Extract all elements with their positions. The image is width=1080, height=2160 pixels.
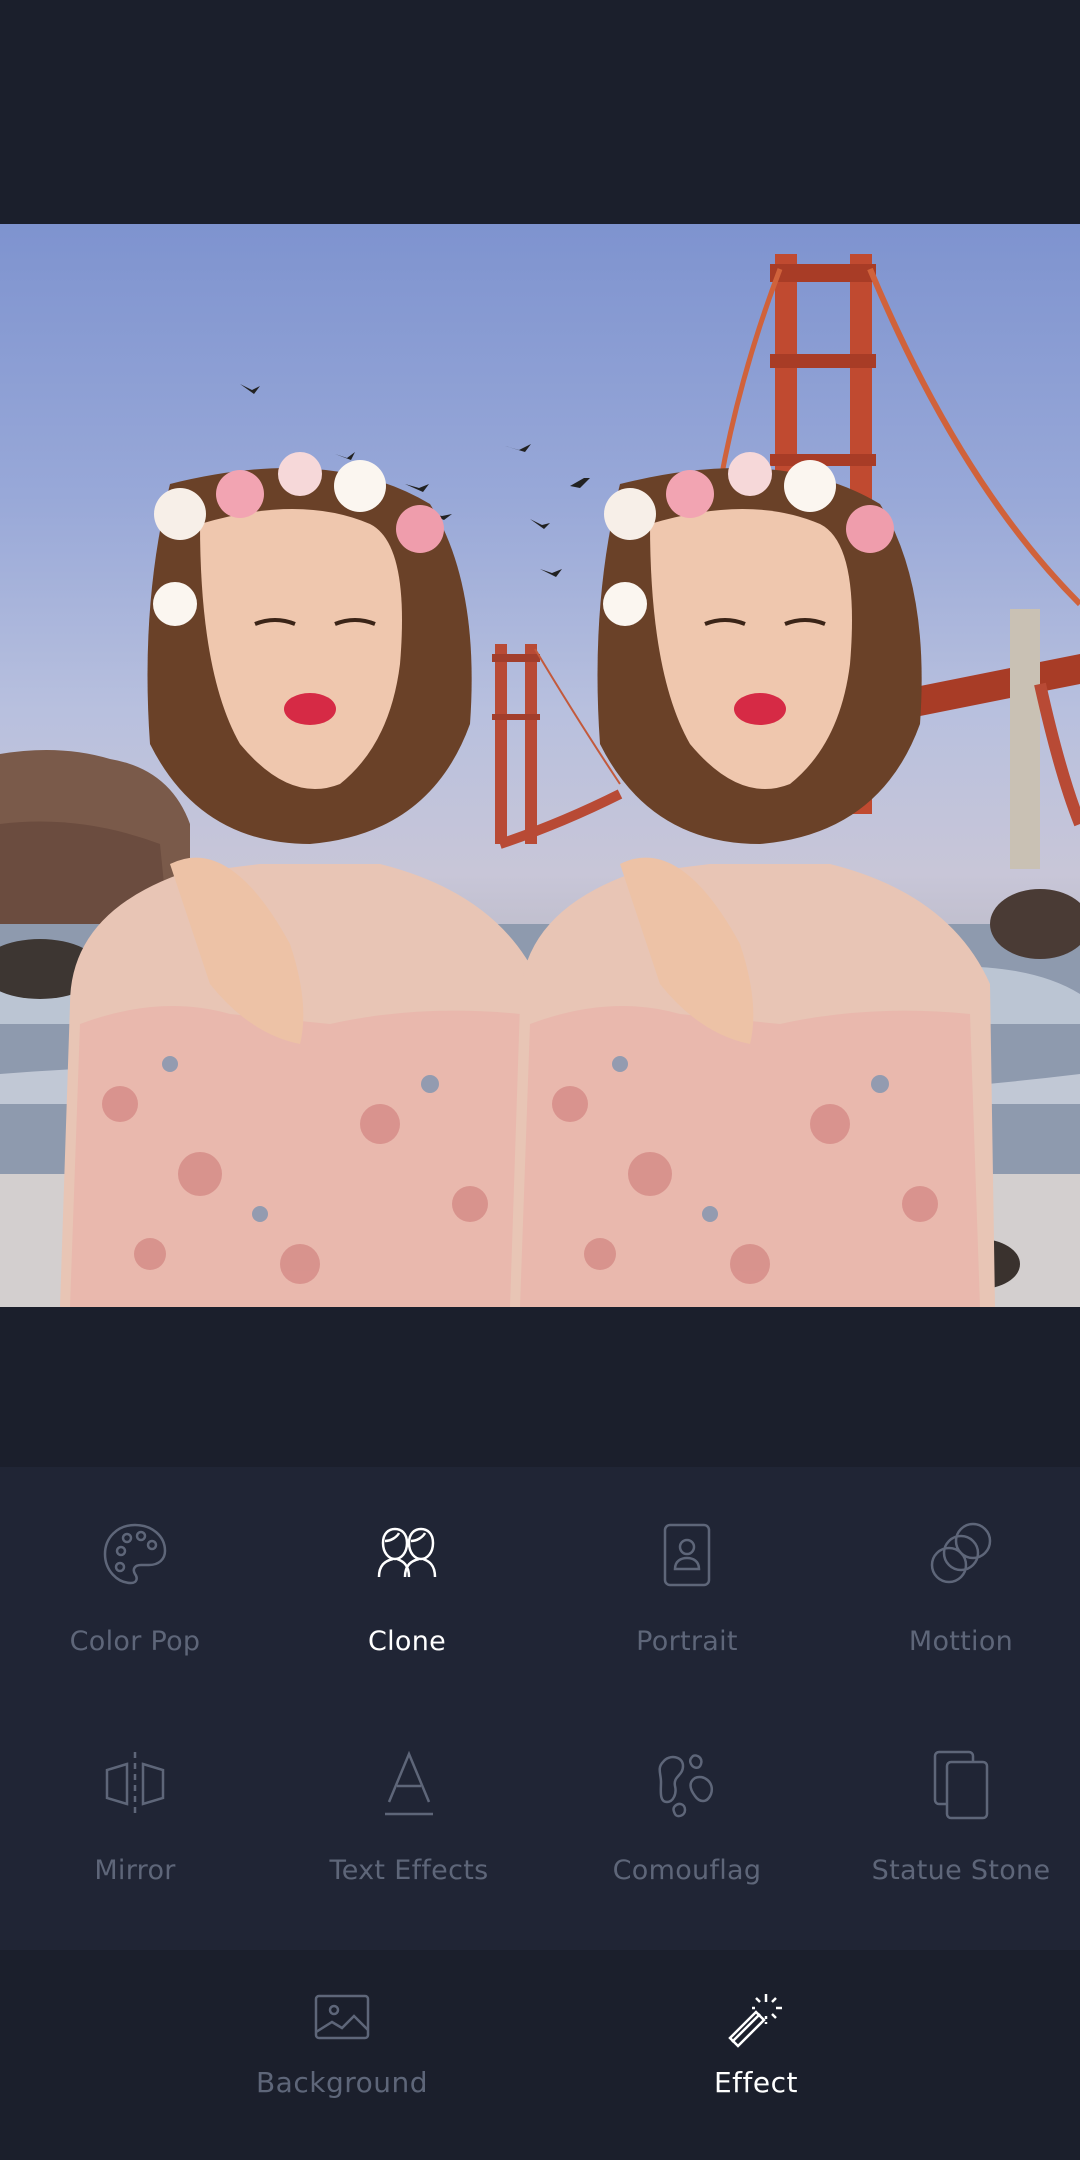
magic-wand-icon — [724, 1986, 788, 2050]
tool-statue-stone[interactable]: Statue Stone — [826, 1746, 1080, 1916]
tool-mirror[interactable]: Mirror — [0, 1746, 270, 1916]
tool-label: Text Effects — [329, 1855, 489, 1886]
tab-label: Effect — [713, 2066, 798, 2099]
tool-label: Color Pop — [69, 1626, 201, 1657]
tab-effect[interactable]: Effect — [576, 1986, 936, 2126]
text-effects-icon — [371, 1746, 447, 1822]
tool-text-effects[interactable]: Text Effects — [274, 1746, 544, 1916]
tool-camouflage[interactable]: Comouflag — [552, 1746, 822, 1916]
tool-label: Comouflag — [612, 1855, 762, 1886]
motion-circles-icon — [923, 1517, 999, 1593]
top-bar — [0, 0, 1080, 224]
tool-clone[interactable]: Clone — [272, 1517, 542, 1687]
tool-label: Clone — [367, 1626, 447, 1657]
tab-label: Background — [255, 2066, 429, 2099]
person-clone-2 — [510, 452, 995, 1307]
tool-label: Mottion — [908, 1626, 1014, 1657]
tab-background[interactable]: Background — [162, 1986, 522, 2126]
tool-portrait[interactable]: Portrait — [552, 1517, 822, 1687]
portrait-icon — [649, 1517, 725, 1593]
camouflage-icon — [649, 1746, 725, 1822]
tool-label: Statue Stone — [871, 1855, 1051, 1886]
mirror-icon — [97, 1746, 173, 1822]
tool-motion[interactable]: Mottion — [826, 1517, 1080, 1687]
tool-color-pop[interactable]: Color Pop — [0, 1517, 270, 1687]
clone-people-icon — [369, 1517, 445, 1593]
photo-canvas[interactable] — [0, 224, 1080, 1307]
statue-stone-icon — [923, 1746, 999, 1822]
photo-illustration — [0, 254, 1080, 1307]
tool-label: Portrait — [636, 1626, 738, 1657]
tool-label: Mirror — [94, 1855, 176, 1886]
palette-icon — [97, 1517, 173, 1593]
image-icon — [310, 1986, 374, 2050]
